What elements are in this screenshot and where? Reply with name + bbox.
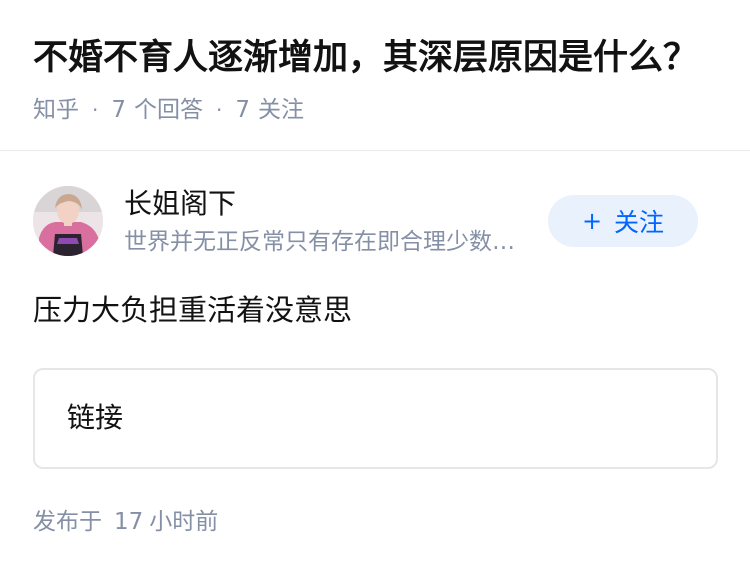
- author-name[interactable]: 长姐阁下: [124, 186, 236, 222]
- question-title[interactable]: 不婚不育人逐渐增加，其深层原因是什么？: [33, 36, 723, 80]
- answer-count: 7: [111, 97, 126, 123]
- publish-prefix: 发布于: [33, 509, 102, 535]
- follow-button-label: 关注: [614, 208, 665, 237]
- author-bio: 世界并无正反常只有存在即合理少数派和多数派: [124, 229, 534, 255]
- follower-count: 7: [235, 97, 250, 123]
- question-header: 不婚不育人逐渐增加，其深层原因是什么？ 知乎 · 7 个回答 · 7 关注: [0, 0, 750, 151]
- avatar-image: [33, 186, 103, 256]
- author-avatar[interactable]: [33, 186, 103, 256]
- answer-text: 压力大负担重活着没意思: [33, 293, 353, 327]
- publish-time-value: 17: [114, 509, 144, 535]
- link-card-label: 链接: [67, 401, 124, 434]
- separator-dot: ·: [92, 98, 99, 122]
- publish-time-unit: 小时前: [149, 509, 219, 535]
- answer-count-label[interactable]: 个回答: [134, 94, 203, 126]
- source-label[interactable]: 知乎: [33, 94, 79, 126]
- link-card[interactable]: 链接: [33, 368, 718, 469]
- plus-icon: +: [581, 207, 603, 235]
- publish-time: 发布于 17 小时前: [33, 506, 218, 538]
- follower-count-label: 关注: [258, 97, 304, 123]
- follow-button[interactable]: + 关注: [548, 195, 698, 247]
- question-meta: 知乎 · 7 个回答 · 7 关注: [33, 94, 304, 126]
- separator-dot: ·: [216, 98, 223, 122]
